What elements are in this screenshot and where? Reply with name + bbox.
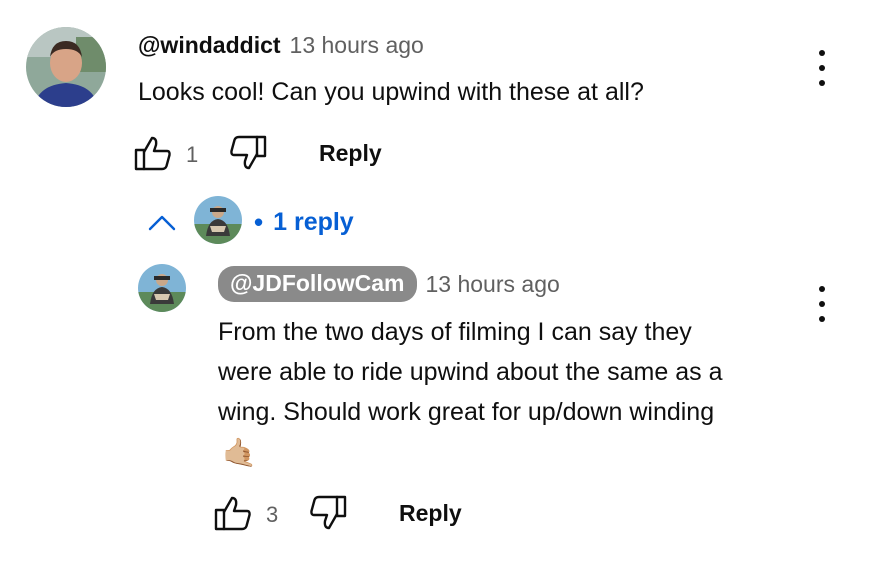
- more-vertical-icon[interactable]: [814, 286, 830, 322]
- chevron-up-icon[interactable]: [148, 214, 176, 237]
- replier-avatar-small: [194, 196, 242, 244]
- like-icon[interactable]: [134, 134, 172, 177]
- bullet-separator: •: [254, 207, 264, 237]
- like-count: 1: [186, 142, 199, 167]
- reply-text-line: wing. Should work great for up/down wind…: [218, 398, 715, 426]
- creator-handle-chip[interactable]: @JDFollowCam: [218, 266, 417, 302]
- reply-text-line: were able to ride upwind about the same …: [218, 358, 723, 386]
- comment-author-line: @windaddict 13 hours ago: [138, 32, 424, 59]
- dislike-icon[interactable]: [229, 134, 267, 177]
- reply-button[interactable]: Reply: [399, 500, 462, 527]
- reply-avatar[interactable]: [138, 264, 186, 312]
- replies-count-label[interactable]: 1 reply: [273, 208, 354, 237]
- reply-timestamp[interactable]: 13 hours ago: [426, 271, 560, 298]
- comment-timestamp[interactable]: 13 hours ago: [290, 32, 424, 59]
- avatar[interactable]: [26, 27, 106, 107]
- replies-toggle[interactable]: • 1 reply: [254, 207, 354, 238]
- reply-text: From the two days of filming I can say t…: [218, 312, 722, 432]
- like-icon[interactable]: [214, 494, 252, 537]
- reply-author-line: @JDFollowCam 13 hours ago: [218, 266, 560, 302]
- comment-thread: @windaddict 13 hours ago Looks cool! Can…: [0, 0, 874, 584]
- call-me-hand-emoji: 🤙🏼: [222, 437, 257, 468]
- like-count: 3: [266, 502, 279, 527]
- comment-text: Looks cool! Can you upwind with these at…: [138, 78, 644, 106]
- more-vertical-icon[interactable]: [814, 50, 830, 86]
- reply-button[interactable]: Reply: [319, 140, 382, 167]
- author-handle[interactable]: @windaddict: [138, 32, 281, 59]
- dislike-icon[interactable]: [309, 494, 347, 537]
- reply-text-line: From the two days of filming I can say t…: [218, 318, 692, 346]
